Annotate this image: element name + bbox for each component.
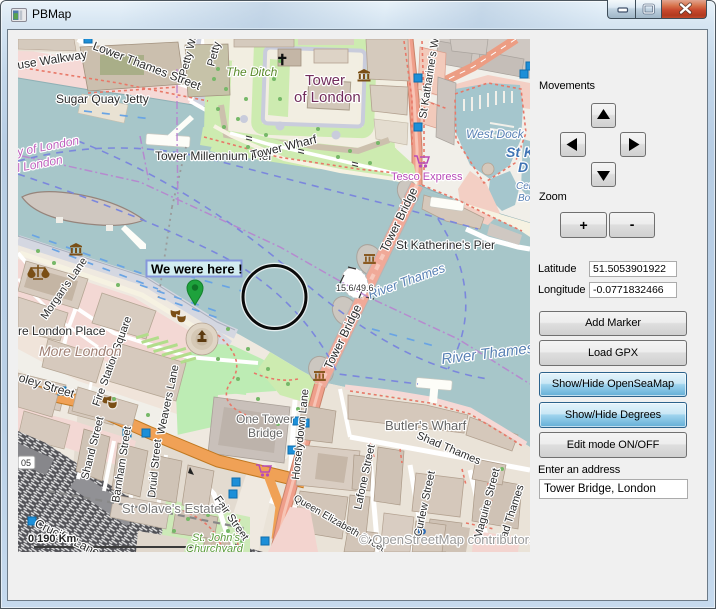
svg-text:✝: ✝ [276, 53, 289, 69]
svg-text:The Ditch: The Ditch [226, 65, 278, 79]
svg-text:Butler's Wharf: Butler's Wharf [385, 418, 467, 433]
svg-text:© OpenStreetMap contributors: © OpenStreetMap contributors [359, 532, 530, 547]
svg-text:05: 05 [21, 458, 31, 468]
svg-text:Bridge: Bridge [248, 426, 283, 440]
svg-text:More London: More London [39, 343, 122, 359]
svg-text:St Olave's Estate: St Olave's Estate [122, 501, 221, 516]
svg-text:Tesco Express: Tesco Express [391, 171, 463, 183]
svg-text:15.6/49.6: 15.6/49.6 [336, 283, 374, 293]
svg-text:One Tower: One Tower [236, 412, 294, 426]
svg-text:Bo: Bo [518, 193, 530, 204]
svg-text:St Ka: St Ka [506, 144, 530, 160]
svg-text:Cent: Cent [516, 181, 530, 192]
svg-text:0 190 Km: 0 190 Km [28, 533, 77, 545]
svg-text:re London Place: re London Place [18, 324, 106, 338]
svg-text:of London: of London [294, 89, 361, 106]
svg-text:Churchyard: Churchyard [186, 543, 244, 552]
svg-text:We were here !: We were here ! [151, 262, 243, 277]
svg-text:St Katherine's Pier: St Katherine's Pier [396, 238, 495, 252]
svg-text:D: D [518, 159, 528, 175]
svg-text:West Dock: West Dock [466, 127, 525, 141]
svg-text:Sugar Quay Jetty: Sugar Quay Jetty [56, 92, 149, 106]
svg-text:Tower: Tower [305, 72, 345, 89]
